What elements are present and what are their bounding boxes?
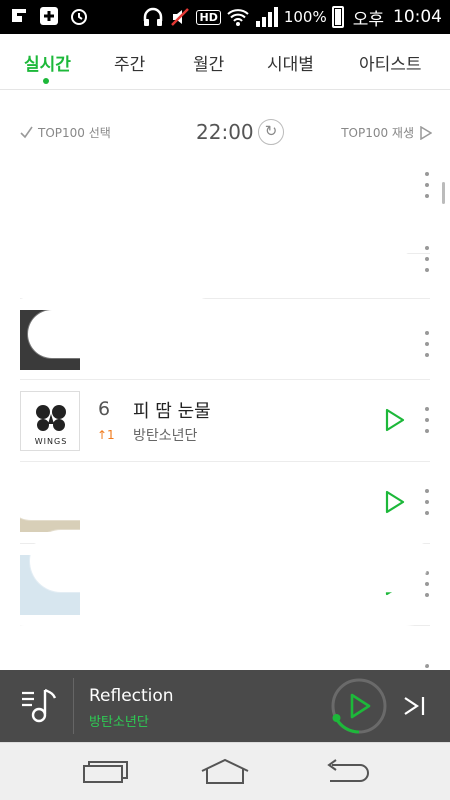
now-playing-title[interactable]: Reflection (89, 686, 174, 706)
add-notification-icon (38, 5, 60, 27)
status-bar: HD 100% 오후 10:04 (0, 0, 450, 34)
tab-realtime[interactable]: 실시간 (24, 50, 71, 75)
back-icon[interactable] (322, 757, 372, 787)
play-icon[interactable] (384, 490, 406, 514)
chart-tabs: 실시간 주간 월간 시대별 아티스트 (0, 34, 450, 90)
recent-apps-icon[interactable] (80, 757, 130, 787)
mute-icon (171, 8, 190, 26)
redaction-mark (30, 530, 428, 592)
app-notification-icon (8, 5, 30, 27)
next-icon[interactable] (402, 695, 428, 717)
redaction-mark (0, 150, 415, 210)
rank-change: ↑1 (97, 428, 115, 442)
chart-list[interactable]: TOP100 선택 22:00 ↻ TOP100 재생 WINGS 6 ↑1 피… (0, 90, 450, 670)
playlist-icon[interactable] (18, 684, 60, 726)
more-icon[interactable] (419, 407, 435, 433)
song-rank: 6 (98, 398, 111, 420)
redaction-mark (6, 470, 384, 520)
play-icon[interactable] (384, 408, 406, 432)
system-nav-bar (0, 742, 450, 800)
tab-by-era[interactable]: 시대별 (267, 50, 314, 75)
headphones-icon (144, 7, 163, 26)
album-art-text: WINGS (34, 437, 68, 446)
redaction-mark (10, 252, 215, 302)
status-time: 10:04 (393, 7, 442, 27)
more-icon[interactable] (419, 489, 435, 515)
redaction-mark (28, 310, 423, 358)
signal-icon (255, 7, 278, 27)
scrollbar-thumb[interactable] (442, 182, 445, 204)
song-artist[interactable]: 방탄소년단 (133, 425, 197, 445)
list-item[interactable]: WINGS 6 ↑1 피 땀 눈물 방탄소년단 (0, 380, 450, 462)
player-play-button[interactable] (330, 677, 388, 735)
battery-icon (331, 6, 344, 28)
tab-monthly[interactable]: 월간 (193, 50, 224, 75)
status-ampm: 오후 (352, 9, 384, 30)
tab-weekly[interactable]: 주간 (114, 50, 145, 75)
active-tab-indicator (43, 78, 49, 84)
album-thumbnail: WINGS (20, 391, 80, 451)
battery-percent: 100% (283, 8, 327, 26)
wifi-icon (227, 9, 249, 26)
hd-voice-icon: HD (196, 9, 221, 25)
song-title[interactable]: 피 땀 눈물 (133, 397, 211, 423)
more-icon[interactable] (419, 172, 435, 198)
alarm-icon (68, 5, 90, 27)
mini-player[interactable]: Reflection 방탄소년단 (0, 670, 450, 742)
home-icon[interactable] (200, 757, 250, 787)
now-playing-artist[interactable]: 방탄소년단 (89, 711, 149, 730)
more-icon[interactable] (419, 246, 435, 272)
tab-artist[interactable]: 아티스트 (359, 50, 422, 75)
redaction-mark (0, 625, 430, 670)
